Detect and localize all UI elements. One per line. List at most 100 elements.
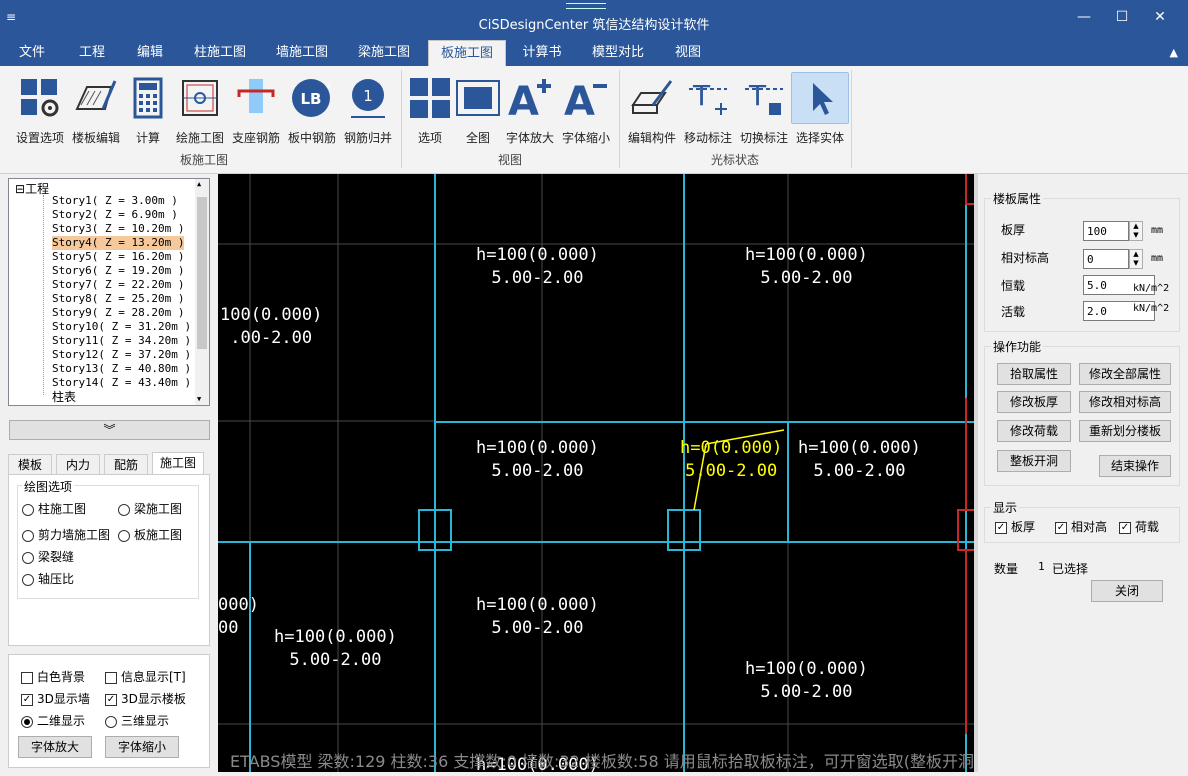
maximize-button[interactable]: ☐	[1102, 4, 1142, 30]
collapse-ribbon-icon[interactable]: ▲	[1170, 40, 1178, 66]
slab-label[interactable]: h=100(0.000) 5.00-2.00	[798, 437, 921, 483]
radio-slab-drawing[interactable]: 板施工图	[118, 528, 182, 542]
tree-item-story12[interactable]: Story12( Z = 37.20m )	[52, 348, 191, 362]
select-entity-button[interactable]: 选择实体	[791, 72, 849, 146]
slab-label[interactable]: h=100(0.000) 5.00-2.00	[745, 244, 868, 290]
redivide-slab-button[interactable]: 重新划分楼板	[1079, 420, 1171, 442]
font-shrink-button[interactable]: A 字体缩小	[557, 72, 615, 146]
drawing-canvas[interactable]: h=100(0.000) 5.00-2.00 h=100(0.000) 5.00-2…	[218, 174, 974, 772]
tree-item-story10[interactable]: Story10( Z = 31.20m )	[52, 320, 191, 334]
tree-item-story8[interactable]: Story8( Z = 25.20m )	[52, 292, 184, 306]
tree-item-story4[interactable]: Story4( Z = 13.20m )	[52, 236, 185, 250]
slab-label[interactable]: h=100(0.000) 5.00-2.00	[476, 437, 599, 483]
checkbox-show-load[interactable]: ✓ 荷载	[1119, 520, 1159, 534]
font-enlarge-button[interactable]: A 字体放大	[501, 72, 559, 146]
radio-wall-drawing[interactable]: 剪力墙施工图	[22, 528, 110, 542]
modify-elevation-button[interactable]: 修改相对标高	[1079, 391, 1171, 413]
close-button[interactable]: ✕	[1140, 4, 1180, 30]
checkbox-info-display[interactable]: 信息显示[T]	[105, 670, 186, 684]
radio-column-drawing[interactable]: 柱施工图	[22, 502, 86, 516]
slab-label-selected[interactable]: h=0(0.000) 5.00-2.00	[680, 437, 782, 483]
move-annotation-button[interactable]: T 移动标注	[679, 72, 737, 146]
checkbox-3d-wall[interactable]: ✓ 3D显示墙	[21, 692, 90, 706]
radio-beam-drawing[interactable]: 梁施工图	[118, 502, 182, 516]
tab-slab-drawing[interactable]: 板施工图	[428, 40, 506, 66]
tab-beam-drawing[interactable]: 梁施工图	[348, 40, 420, 66]
radio-beam-crack[interactable]: 梁裂缝	[22, 550, 74, 564]
close-panel-button[interactable]: 关闭	[1091, 580, 1163, 602]
checkbox-show-elevation[interactable]: ✓ 相对高	[1055, 520, 1107, 534]
collapse-toggle-icon[interactable]: ⊟	[15, 182, 25, 196]
tree-item-story2[interactable]: Story2( Z = 6.90m )	[52, 208, 178, 222]
support-rebar-icon	[227, 72, 285, 124]
edit-member-button[interactable]: 编辑构件	[623, 72, 681, 146]
tree-item-story3[interactable]: Story3( Z = 10.20m )	[52, 222, 184, 236]
draw-construction-button[interactable]: 绘施工图	[171, 72, 229, 146]
radio-2d-view[interactable]: 二维显示	[21, 714, 85, 728]
switch-annotation-button[interactable]: T 切换标注	[735, 72, 793, 146]
modify-thickness-button[interactable]: 修改板厚	[997, 391, 1071, 413]
radio-3d-view[interactable]: 三维显示	[105, 714, 169, 728]
modify-all-properties-button[interactable]: 修改全部属性	[1079, 363, 1171, 385]
scroll-down-icon[interactable]: ▼	[197, 395, 201, 403]
tab-edit[interactable]: 编辑	[124, 40, 176, 66]
font-enlarge-small-button[interactable]: 字体放大	[18, 736, 92, 758]
checkbox-3d-slab[interactable]: ✓ 3D显示楼板	[105, 692, 186, 706]
calculate-button[interactable]: 计算	[119, 72, 177, 146]
tree-item-story14[interactable]: Story14( Z = 43.40m )	[52, 376, 191, 390]
checkbox-show-thickness[interactable]: ✓ 板厚	[995, 520, 1035, 534]
support-rebar-label: 支座钢筋	[231, 131, 280, 145]
settings-button[interactable]: 设置选项	[11, 72, 69, 146]
slab-edit-button[interactable]: 楼板编辑	[67, 72, 125, 146]
tree-item-story11[interactable]: Story11( Z = 34.20m )	[52, 334, 191, 348]
tree-item-story1[interactable]: Story1( Z = 3.00m )	[52, 194, 178, 208]
radio-indicator	[22, 551, 34, 564]
checkbox-white-background[interactable]: 白色背景	[21, 670, 85, 684]
tab-file[interactable]: 文件	[6, 40, 58, 66]
tree-item-story13[interactable]: Story13( Z = 40.80m )	[52, 362, 191, 376]
mid-rebar-button[interactable]: LB * 板中钢筋	[283, 72, 341, 146]
pick-properties-button[interactable]: 拾取属性	[997, 363, 1071, 385]
tab-model-compare[interactable]: 模型对比	[582, 40, 654, 66]
tab-internal-force[interactable]: 内力	[56, 454, 100, 474]
support-rebar-button[interactable]: 支座钢筋	[227, 72, 285, 146]
expand-panel-button[interactable]: ︾	[9, 420, 210, 440]
rebar-merge-button[interactable]: 1 钢筋归并	[339, 72, 397, 146]
tree-item-column-table[interactable]: 柱表	[52, 390, 76, 404]
scroll-up-icon[interactable]: ▲	[197, 180, 201, 188]
elevation-spinner[interactable]: ▲ ▼	[1129, 249, 1143, 269]
tree-item-story9[interactable]: Story9( Z = 28.20m )	[52, 306, 184, 320]
story-tree[interactable]: ⊟工程 Story1( Z = 3.00m ) Story2( Z = 6.90…	[8, 178, 210, 406]
tab-template[interactable]: 模板	[8, 454, 52, 474]
modify-load-button[interactable]: 修改荷载	[997, 420, 1071, 442]
tree-item-story6[interactable]: Story6( Z = 19.20m )	[52, 264, 184, 278]
minimize-button[interactable]: —	[1064, 4, 1104, 30]
tab-calc-book[interactable]: 计算书	[514, 40, 570, 66]
tab-view[interactable]: 视图	[664, 40, 712, 66]
scroll-thumb[interactable]	[197, 197, 207, 349]
slab-label[interactable]: h=100(0.000) 5.00-2.00	[476, 594, 599, 640]
tab-column-drawing[interactable]: 柱施工图	[184, 40, 256, 66]
tab-construction[interactable]: 施工图	[152, 452, 204, 474]
elevation-input[interactable]	[1083, 249, 1129, 269]
tab-project[interactable]: 工程	[66, 40, 118, 66]
tree-item-story5[interactable]: Story5( Z = 16.20m )	[52, 250, 184, 264]
tab-reinforcement[interactable]: 配筋	[104, 454, 148, 474]
thickness-input[interactable]	[1083, 221, 1129, 241]
font-shrink-small-button[interactable]: 字体缩小	[105, 736, 179, 758]
tab-wall-drawing[interactable]: 墙施工图	[266, 40, 338, 66]
slab-label[interactable]: h=100(0.000) 5.00-2.00	[745, 658, 868, 704]
slab-opening-button[interactable]: 整板开洞	[997, 450, 1071, 472]
thickness-spinner[interactable]: ▲ ▼	[1129, 221, 1143, 241]
tree-scrollbar[interactable]: ▲ ▼	[195, 179, 209, 405]
radio-axial-ratio[interactable]: 轴压比	[22, 572, 74, 586]
full-view-button[interactable]: 全图	[449, 72, 507, 146]
tree-item-story7[interactable]: Story7( Z = 22.20m )	[52, 278, 184, 292]
slab-label-load: 5.00-2.00	[491, 461, 584, 481]
slab-label[interactable]: 000) 00	[218, 594, 259, 640]
slab-label[interactable]: h=100(0.000) 5.00-2.00	[476, 244, 599, 290]
draw-options-group: 绘图选项 柱施工图 梁施工图 剪力墙施工图 板施工图 梁裂缝 轴压比	[17, 478, 199, 599]
slab-label[interactable]: 100(0.000) .00-2.00	[220, 304, 322, 350]
slab-label[interactable]: h=100(0.000) 5.00-2.00	[274, 626, 397, 672]
end-operation-button[interactable]: 结束操作	[1099, 455, 1171, 477]
